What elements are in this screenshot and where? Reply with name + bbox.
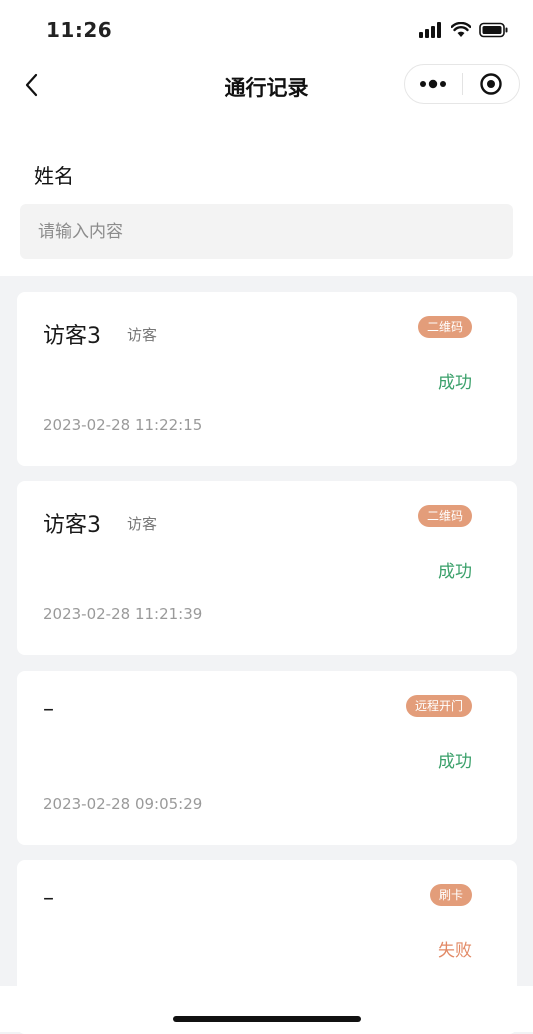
signal-icon	[419, 22, 441, 38]
access-method-badge: 二维码	[417, 505, 472, 527]
record-time: 2023-02-28 11:22:15	[43, 416, 203, 434]
access-method-badge: 远程开门	[405, 695, 472, 717]
battery-icon	[479, 22, 508, 38]
mini-program-capsule	[404, 64, 520, 104]
record-card[interactable]: 访客3 访客 二维码 成功 2023-02-28 11:21:39	[17, 481, 517, 655]
access-method-badge: 二维码	[417, 316, 472, 338]
more-dots-icon	[420, 79, 447, 89]
record-name: –	[43, 886, 54, 911]
record-status: 成功	[438, 752, 472, 772]
record-status: 成功	[438, 373, 472, 393]
record-card[interactable]: – 远程开门 成功 2023-02-28 09:05:29	[17, 671, 517, 845]
record-name: 访客3	[43, 324, 101, 349]
target-circle-icon	[480, 73, 502, 95]
record-role: 访客	[127, 515, 158, 533]
status-bar: 11:26	[0, 0, 533, 60]
more-button[interactable]	[405, 65, 462, 103]
name-field-label: 姓名	[34, 164, 74, 188]
status-time: 11:26	[46, 18, 113, 42]
access-method-badge: 刷卡	[429, 884, 472, 906]
record-time: 2023-02-28 09:05:29	[43, 795, 203, 813]
status-icons	[419, 22, 509, 38]
record-status: 成功	[438, 562, 472, 582]
record-role: 访客	[127, 326, 158, 344]
record-status: 失败	[438, 941, 472, 961]
wifi-icon	[451, 22, 471, 37]
close-button[interactable]	[462, 65, 519, 103]
nav-bar: 通行记录	[0, 60, 533, 110]
home-indicator[interactable]	[173, 1016, 361, 1022]
bottom-bar	[0, 986, 533, 1032]
name-search-input[interactable]	[20, 204, 513, 259]
record-name: –	[43, 697, 54, 722]
record-time: 2023-02-28 11:21:39	[43, 605, 203, 623]
record-name: 访客3	[43, 513, 101, 538]
record-card[interactable]: 访客3 访客 二维码 成功 2023-02-28 11:22:15	[17, 292, 517, 466]
